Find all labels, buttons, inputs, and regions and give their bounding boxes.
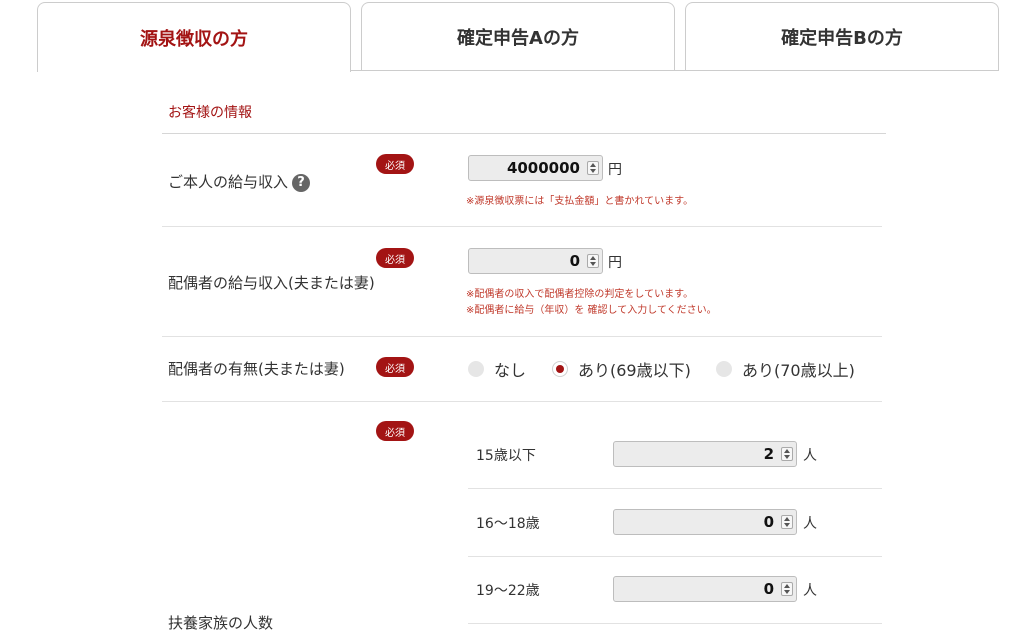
dependent-count: 0: [763, 513, 774, 531]
dependent-count: 2: [763, 445, 774, 463]
dependents-spinner[interactable]: [781, 582, 793, 596]
dependents-label: 扶養家族の人数: [168, 614, 274, 632]
radio-button[interactable]: [716, 361, 732, 377]
radio-label: あり(69歳以下): [578, 361, 691, 380]
dependents-19-22-input[interactable]: 0: [613, 576, 797, 602]
salary-input[interactable]: 4000000: [468, 155, 603, 181]
radio-label: なし: [494, 361, 527, 380]
salary-label-row: ご本人の給与収入?: [168, 171, 311, 192]
dependents-15-under-input[interactable]: 2: [613, 441, 797, 467]
salary-label: ご本人の給与収入: [168, 173, 289, 191]
spouse-salary-unit: 円: [608, 255, 622, 271]
dependents-spinner[interactable]: [781, 515, 793, 529]
dependent-age-label: 16〜18歳: [476, 516, 540, 532]
dependents-16-18-input[interactable]: 0: [613, 509, 797, 535]
spouse-presence-label: 配偶者の有無(夫または妻): [168, 360, 345, 378]
tab-tax-return-a[interactable]: 確定申告Aの方: [361, 2, 675, 70]
salary-note: ※源泉徴収票には「支払金額」と書かれています。: [466, 196, 694, 207]
required-badge: 必須: [376, 248, 414, 268]
dependent-count: 0: [763, 580, 774, 598]
dependent-age-label: 19〜22歳: [476, 583, 540, 599]
radio-label: あり(70歳以上): [742, 361, 855, 380]
tab-withholding[interactable]: 源泉徴収の方: [37, 2, 351, 72]
sub-row-divider: [468, 556, 882, 557]
dependent-age-label: 15歳以下: [476, 448, 536, 464]
spouse-salary-input[interactable]: 0: [468, 248, 603, 274]
spouse-salary-spinner[interactable]: [587, 254, 599, 268]
radio-button[interactable]: [468, 361, 484, 377]
radio-none[interactable]: なし: [468, 357, 526, 381]
spouse-salary-label: 配偶者の給与収入(夫または妻): [168, 274, 375, 292]
section-title: お客様の情報: [168, 105, 252, 121]
required-badge: 必須: [376, 357, 414, 377]
salary-value: 4000000: [506, 159, 580, 177]
radio-over-70[interactable]: あり(70歳以上): [716, 357, 855, 381]
dependent-unit: 人: [803, 583, 817, 599]
radio-button-selected[interactable]: [552, 361, 568, 377]
sub-row-divider: [468, 623, 882, 624]
section-divider: [162, 133, 886, 134]
salary-spinner[interactable]: [587, 161, 599, 175]
sub-row-divider: [468, 488, 882, 489]
row-divider: [162, 336, 882, 337]
radio-under-69[interactable]: あり(69歳以下): [552, 357, 691, 381]
dependent-unit: 人: [803, 516, 817, 532]
spouse-salary-note-2: ※配偶者に給与（年収）を 確認して入力してください。: [466, 305, 717, 316]
help-icon[interactable]: ?: [292, 174, 311, 192]
row-divider: [162, 401, 882, 402]
spouse-salary-value: 0: [569, 252, 580, 270]
salary-unit: 円: [608, 162, 622, 178]
row-divider: [162, 226, 882, 227]
dependents-spinner[interactable]: [781, 447, 793, 461]
tab-tax-return-b[interactable]: 確定申告Bの方: [685, 2, 999, 70]
spouse-salary-note-1: ※配偶者の収入で配偶者控除の判定をしています。: [466, 289, 694, 300]
required-badge: 必須: [376, 421, 414, 441]
dependent-unit: 人: [803, 448, 817, 464]
required-badge: 必須: [376, 154, 414, 174]
tab-bar-line: [351, 70, 999, 71]
